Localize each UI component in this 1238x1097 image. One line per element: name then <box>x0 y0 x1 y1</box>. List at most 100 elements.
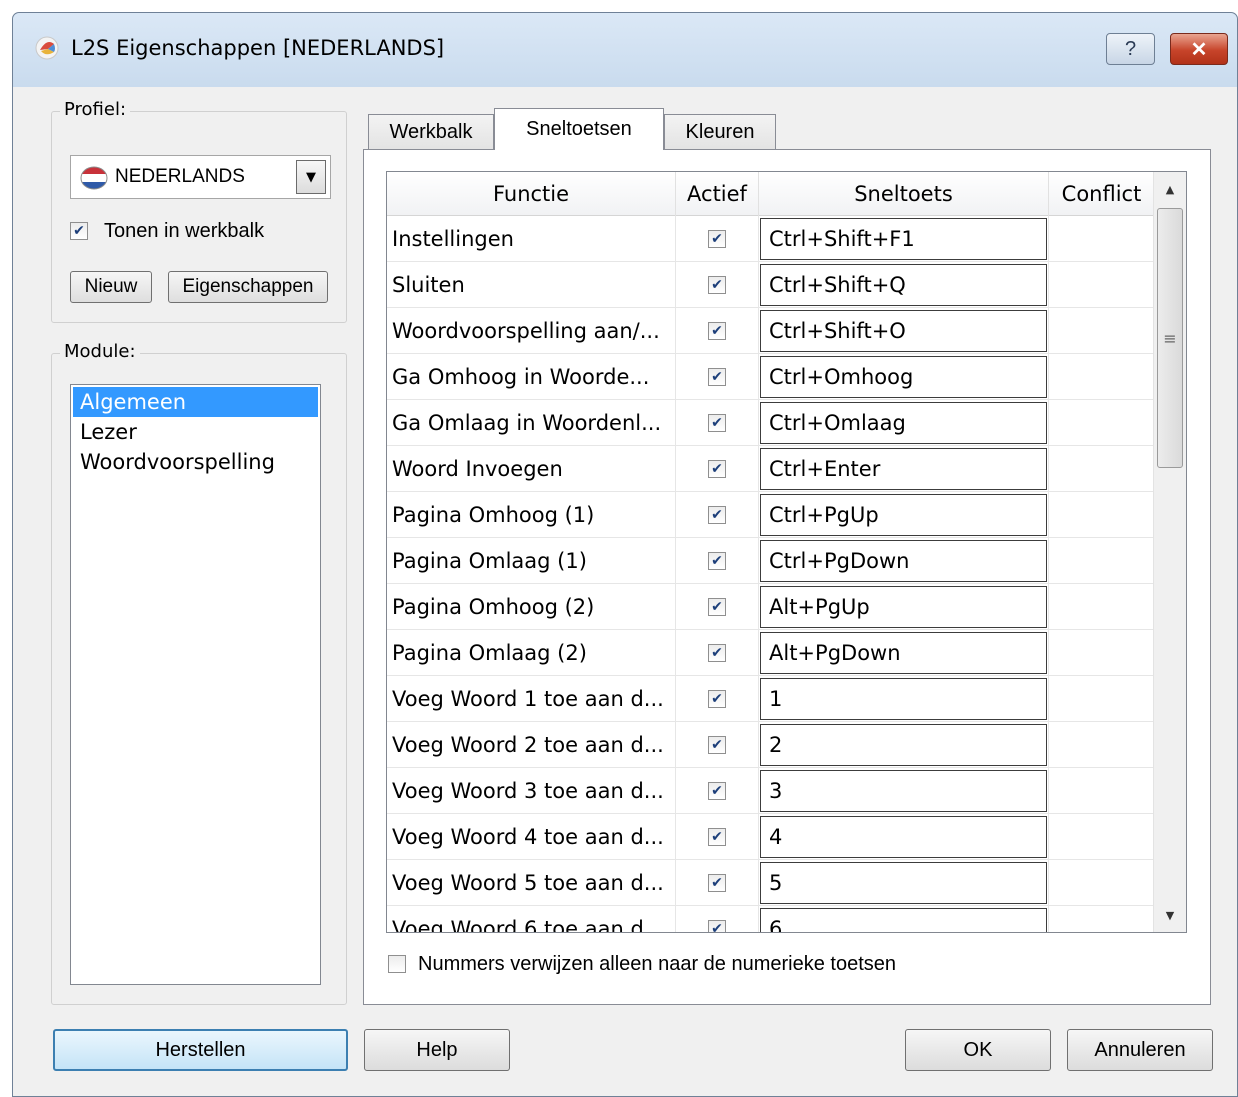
new-profile-button[interactable]: Nieuw <box>70 271 152 303</box>
shortcut-input[interactable]: Alt+PgUp <box>760 586 1047 628</box>
shortcut-input[interactable]: Ctrl+Shift+F1 <box>760 218 1047 260</box>
column-header-conflict[interactable]: Conflict <box>1049 172 1154 216</box>
title-bar[interactable]: L2S Eigenschappen [NEDERLANDS] ? ✕ <box>13 13 1237 87</box>
actief-checkbox[interactable]: ✔ <box>708 460 726 478</box>
show-in-toolbar-label: Tonen in werkbalk <box>104 220 265 242</box>
cell-functie[interactable]: Ga Omhoog in Woorde... <box>387 354 676 400</box>
shortcut-input[interactable]: 1 <box>760 678 1047 720</box>
module-list[interactable]: Algemeen Lezer Woordvoorspelling <box>70 384 321 985</box>
cell-sneltoets: 5 <box>759 860 1049 906</box>
grid-vertical-scrollbar[interactable]: ▲ ≡ ▼ <box>1153 172 1186 932</box>
actief-checkbox[interactable]: ✔ <box>708 230 726 248</box>
module-item-lezer[interactable]: Lezer <box>73 417 318 447</box>
actief-checkbox[interactable]: ✔ <box>708 552 726 570</box>
column-header-sneltoets[interactable]: Sneltoets <box>759 172 1049 216</box>
cell-functie[interactable]: Woordvoorspelling aan/... <box>387 308 676 354</box>
shortcut-input[interactable]: Ctrl+Shift+O <box>760 310 1047 352</box>
table-row[interactable]: Voeg Woord 5 toe aan d... ✔ 5 <box>387 860 1154 906</box>
cell-functie[interactable]: Pagina Omhoog (1) <box>387 492 676 538</box>
shortcut-input[interactable]: Ctrl+Omhoog <box>760 356 1047 398</box>
module-group-label: Module: <box>60 341 140 362</box>
show-in-toolbar-checkbox[interactable]: ✔ <box>70 222 88 240</box>
table-row[interactable]: Voeg Woord 6 toe aan d... ✔ 6 <box>387 906 1154 932</box>
table-row[interactable]: Sluiten ✔ Ctrl+Shift+Q <box>387 262 1154 308</box>
cell-functie[interactable]: Voeg Woord 4 toe aan d... <box>387 814 676 860</box>
shortcut-input[interactable]: 3 <box>760 770 1047 812</box>
cell-functie[interactable]: Pagina Omlaag (1) <box>387 538 676 584</box>
shortcuts-grid[interactable]: Functie Actief Sneltoets Conflict Instel… <box>386 171 1187 933</box>
table-row[interactable]: Instellingen ✔ Ctrl+Shift+F1 <box>387 216 1154 262</box>
actief-checkbox[interactable]: ✔ <box>708 276 726 294</box>
cell-conflict <box>1049 354 1154 400</box>
actief-checkbox[interactable]: ✔ <box>708 598 726 616</box>
cell-functie[interactable]: Voeg Woord 3 toe aan d... <box>387 768 676 814</box>
cell-functie[interactable]: Sluiten <box>387 262 676 308</box>
tab-werkbalk[interactable]: Werkbalk <box>368 114 494 150</box>
shortcut-input[interactable]: Ctrl+Shift+Q <box>760 264 1047 306</box>
help-button[interactable]: Help <box>364 1029 510 1071</box>
shortcut-input[interactable]: Ctrl+PgUp <box>760 494 1047 536</box>
dutch-flag-icon <box>80 166 108 190</box>
shortcut-input[interactable]: Ctrl+PgDown <box>760 540 1047 582</box>
actief-checkbox[interactable]: ✔ <box>708 782 726 800</box>
actief-checkbox[interactable]: ✔ <box>708 414 726 432</box>
shortcut-input[interactable]: 6 <box>760 908 1047 932</box>
table-row[interactable]: Voeg Woord 3 toe aan d... ✔ 3 <box>387 768 1154 814</box>
table-row[interactable]: Woordvoorspelling aan/... ✔ Ctrl+Shift+O <box>387 308 1154 354</box>
module-item-algemeen[interactable]: Algemeen <box>73 387 318 417</box>
cell-functie[interactable]: Instellingen <box>387 216 676 262</box>
actief-checkbox[interactable]: ✔ <box>708 322 726 340</box>
ok-button[interactable]: OK <box>905 1029 1051 1071</box>
actief-checkbox[interactable]: ✔ <box>708 506 726 524</box>
cancel-button[interactable]: Annuleren <box>1067 1029 1213 1071</box>
table-row[interactable]: Pagina Omlaag (1) ✔ Ctrl+PgDown <box>387 538 1154 584</box>
actief-checkbox[interactable]: ✔ <box>708 874 726 892</box>
cell-functie[interactable]: Woord Invoegen <box>387 446 676 492</box>
shortcut-input[interactable]: 5 <box>760 862 1047 904</box>
cell-functie[interactable]: Ga Omlaag in Woordenl... <box>387 400 676 446</box>
table-row[interactable]: Pagina Omhoog (2) ✔ Alt+PgUp <box>387 584 1154 630</box>
cell-functie[interactable]: Voeg Woord 2 toe aan d... <box>387 722 676 768</box>
cell-functie[interactable]: Voeg Woord 6 toe aan d... <box>387 906 676 932</box>
column-header-functie[interactable]: Functie <box>387 172 676 216</box>
scroll-down-icon[interactable]: ▼ <box>1154 898 1186 932</box>
table-row[interactable]: Ga Omlaag in Woordenl... ✔ Ctrl+Omlaag <box>387 400 1154 446</box>
actief-checkbox[interactable]: ✔ <box>708 920 726 932</box>
cell-functie[interactable]: Voeg Woord 1 toe aan d... <box>387 676 676 722</box>
table-row[interactable]: Ga Omhoog in Woorde... ✔ Ctrl+Omhoog <box>387 354 1154 400</box>
title-help-button[interactable]: ? <box>1106 33 1155 65</box>
table-row[interactable]: Voeg Woord 2 toe aan d... ✔ 2 <box>387 722 1154 768</box>
actief-checkbox[interactable]: ✔ <box>708 690 726 708</box>
cell-functie[interactable]: Pagina Omlaag (2) <box>387 630 676 676</box>
profile-dropdown[interactable]: NEDERLANDS ▼ <box>70 155 331 199</box>
module-item-woordvoorspelling[interactable]: Woordvoorspelling <box>73 447 318 477</box>
actief-checkbox[interactable]: ✔ <box>708 736 726 754</box>
cell-functie[interactable]: Voeg Woord 5 toe aan d... <box>387 860 676 906</box>
column-header-actief[interactable]: Actief <box>676 172 759 216</box>
shortcut-input[interactable]: Ctrl+Omlaag <box>760 402 1047 444</box>
cell-actief: ✔ <box>676 722 759 768</box>
restore-button[interactable]: Herstellen <box>53 1029 348 1071</box>
cell-conflict <box>1049 400 1154 446</box>
title-close-button[interactable]: ✕ <box>1170 33 1228 65</box>
shortcut-input[interactable]: Ctrl+Enter <box>760 448 1047 490</box>
scrollbar-thumb[interactable]: ≡ <box>1157 208 1183 468</box>
actief-checkbox[interactable]: ✔ <box>708 368 726 386</box>
tab-sneltoetsen[interactable]: Sneltoetsen <box>494 108 664 150</box>
table-row[interactable]: Woord Invoegen ✔ Ctrl+Enter <box>387 446 1154 492</box>
table-row[interactable]: Voeg Woord 4 toe aan d... ✔ 4 <box>387 814 1154 860</box>
shortcut-input[interactable]: Alt+PgDown <box>760 632 1047 674</box>
table-row[interactable]: Pagina Omlaag (2) ✔ Alt+PgDown <box>387 630 1154 676</box>
actief-checkbox[interactable]: ✔ <box>708 828 726 846</box>
shortcut-input[interactable]: 4 <box>760 816 1047 858</box>
tab-kleuren[interactable]: Kleuren <box>664 114 776 150</box>
numeric-keys-checkbox[interactable] <box>388 955 406 973</box>
actief-checkbox[interactable]: ✔ <box>708 644 726 662</box>
cell-functie[interactable]: Pagina Omhoog (2) <box>387 584 676 630</box>
profile-properties-button[interactable]: Eigenschappen <box>168 271 328 303</box>
scroll-up-icon[interactable]: ▲ <box>1154 172 1186 206</box>
shortcut-input[interactable]: 2 <box>760 724 1047 766</box>
table-row[interactable]: Pagina Omhoog (1) ✔ Ctrl+PgUp <box>387 492 1154 538</box>
table-row[interactable]: Voeg Woord 1 toe aan d... ✔ 1 <box>387 676 1154 722</box>
chevron-down-icon[interactable]: ▼ <box>296 160 326 194</box>
